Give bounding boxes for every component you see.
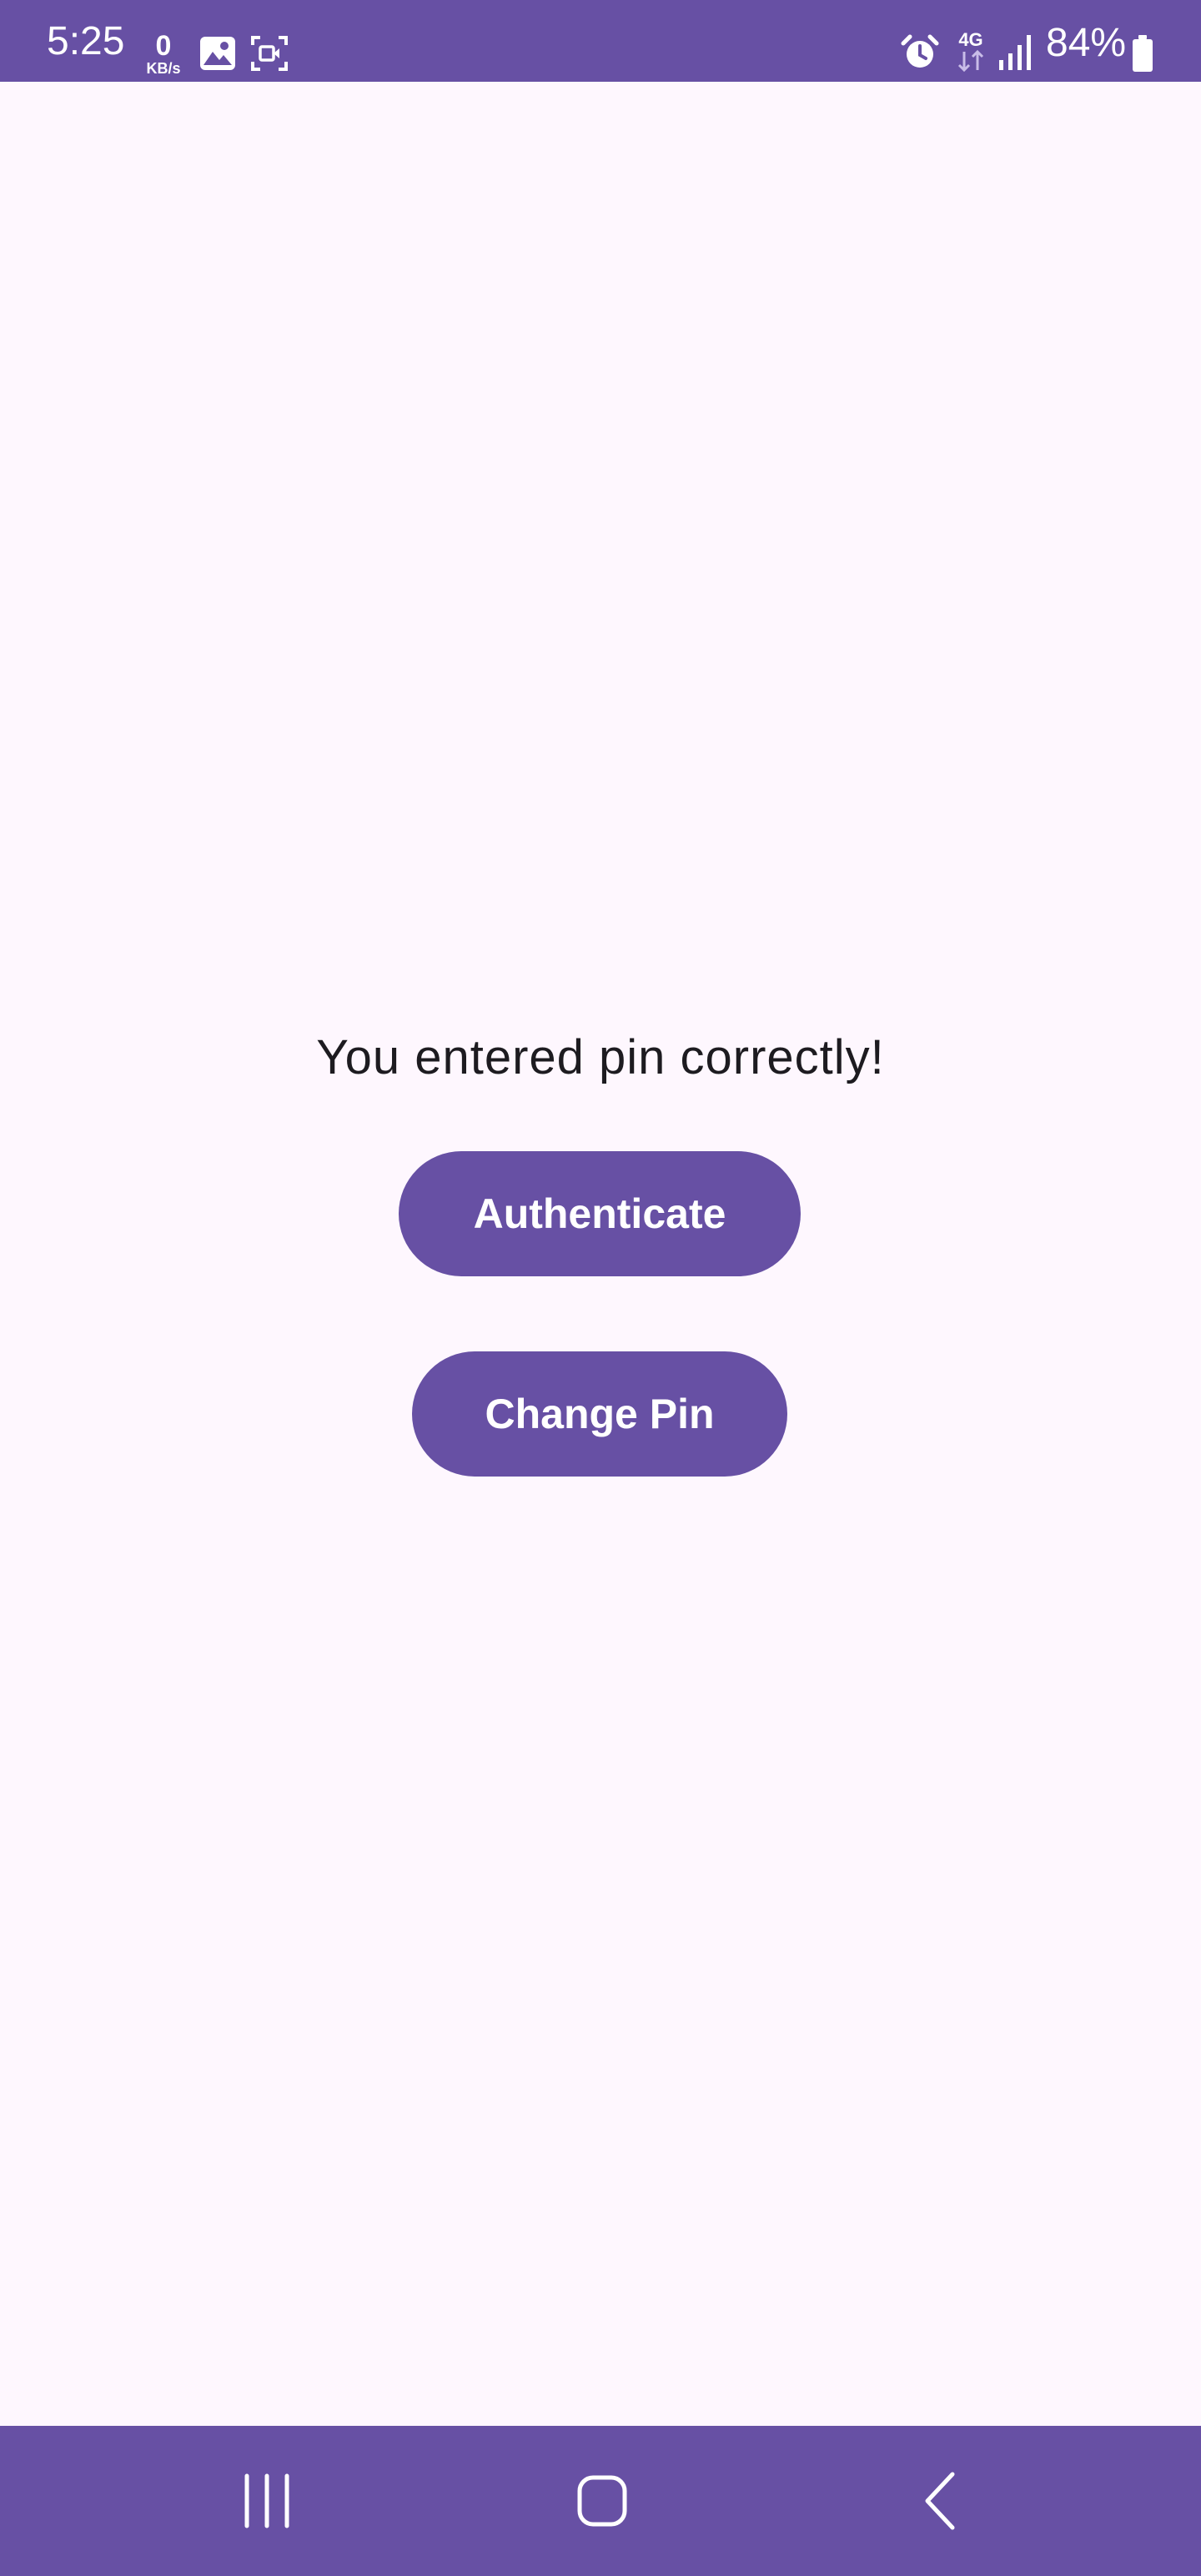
signal-icon xyxy=(999,35,1031,70)
screen-record-icon xyxy=(251,36,288,71)
back-icon[interactable] xyxy=(889,2459,989,2543)
navigation-bar xyxy=(0,2426,1201,2576)
network-speed-value: 0 xyxy=(155,30,172,62)
recent-apps-icon[interactable] xyxy=(217,2459,317,2543)
gallery-icon xyxy=(200,37,235,70)
battery-icon xyxy=(1133,35,1153,72)
battery-percent: 84% xyxy=(1046,21,1127,65)
success-message: You entered pin correctly! xyxy=(316,1030,885,1084)
change-pin-button[interactable]: Change Pin xyxy=(412,1351,787,1477)
network-type: 4G xyxy=(958,29,983,50)
network-speed-unit: KB/s xyxy=(146,60,181,77)
authenticate-button[interactable]: Authenticate xyxy=(399,1151,801,1276)
status-time: 5:25 xyxy=(47,19,125,63)
4g-data-icon: 4G xyxy=(952,30,989,75)
network-speed: 0 KB/s xyxy=(142,30,185,77)
data-arrows-icon xyxy=(957,49,984,73)
alarm-icon xyxy=(901,34,939,68)
status-bar: 5:25 0 KB/s 4G 84% xyxy=(0,0,1201,82)
home-icon[interactable] xyxy=(552,2459,652,2543)
